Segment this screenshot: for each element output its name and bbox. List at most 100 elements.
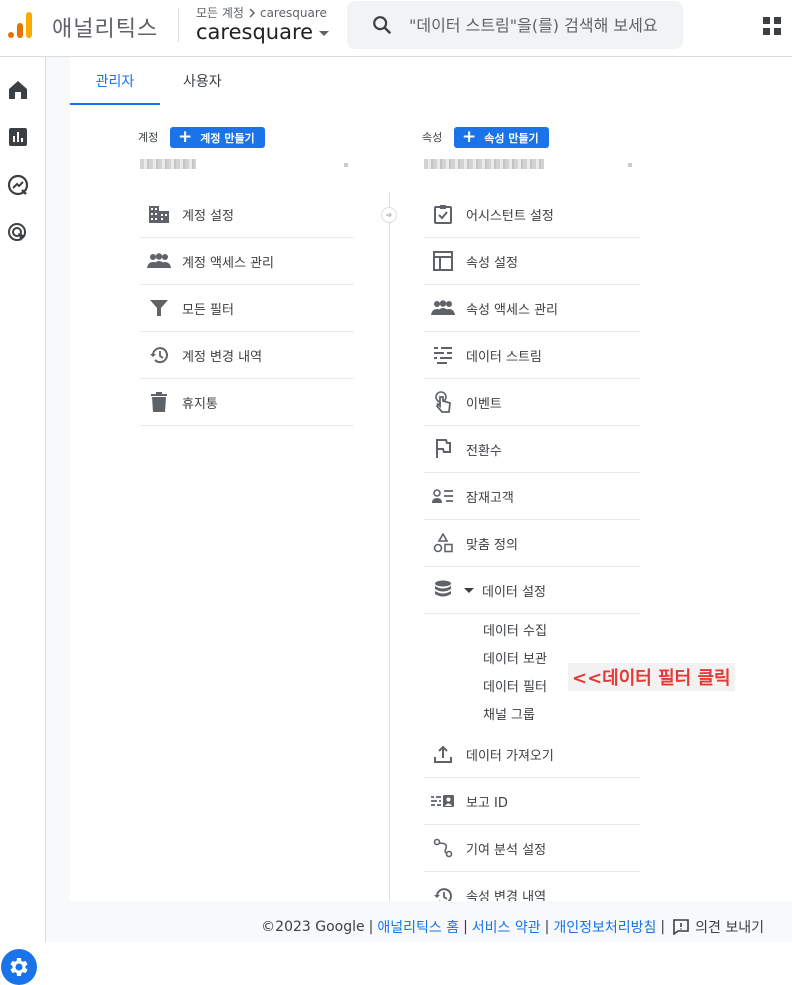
building-icon <box>147 202 171 226</box>
create-account-label: 계정 만들기 <box>200 131 255 145</box>
footer-link-terms[interactable]: 서비스 약관 <box>472 917 541 937</box>
tab-admin[interactable]: 관리자 <box>70 71 160 105</box>
item-label: 데이터 가져오기 <box>466 748 554 764</box>
custom-definitions-item[interactable]: 맞춤 정의 <box>424 520 640 567</box>
item-label: 계정 변경 내역 <box>182 349 263 365</box>
explore-icon[interactable] <box>6 173 30 197</box>
caret-down-icon <box>319 31 330 36</box>
shapes-icon <box>431 531 455 555</box>
plus-icon: + <box>462 127 477 147</box>
item-label: 잠재고객 <box>466 490 514 506</box>
touch-icon <box>431 390 455 414</box>
annotation-callout: <<데이터 필터 클릭 <box>568 663 735 691</box>
admin-tabs: 관리자 사용자 <box>70 57 792 105</box>
attribution-icon <box>431 836 455 860</box>
property-name-redacted[interactable] <box>424 159 544 169</box>
audience-icon <box>431 484 455 508</box>
feedback-label: 의견 보내기 <box>695 920 764 936</box>
copyright-text: ©2023 Google <box>261 919 365 935</box>
sub-item-channel-groups[interactable]: 채널 그룹 <box>483 704 535 723</box>
all-filters-item[interactable]: 모든 필터 <box>140 285 354 332</box>
events-item[interactable]: 이벤트 <box>424 379 640 426</box>
account-settings-item[interactable]: 계정 설정 <box>140 191 354 238</box>
home-icon[interactable] <box>6 78 30 102</box>
reports-icon[interactable] <box>6 125 30 149</box>
sub-item-data-filters[interactable]: 데이터 필터 <box>483 676 547 695</box>
attribution-settings-item[interactable]: 기여 분석 설정 <box>424 825 640 872</box>
arrow-right-icon <box>381 207 397 223</box>
item-label: 계정 설정 <box>182 208 234 224</box>
admin-panel: 관리자 사용자 계정 + 계정 만들기 속성 + 속성 만들기 계정 설정 계정… <box>70 57 792 902</box>
assistant-settings-item[interactable]: 어시스턴트 설정 <box>424 191 640 238</box>
account-breadcrumb[interactable]: 모든 계정 caresquare <box>196 4 327 21</box>
item-label: 보고 ID <box>466 795 508 811</box>
account-name-redacted[interactable] <box>140 159 196 169</box>
property-change-history-item[interactable]: 속성 변경 내역 <box>424 872 640 902</box>
conversions-item[interactable]: 전환수 <box>424 426 640 473</box>
item-label: 계정 액세스 관리 <box>182 255 274 271</box>
item-label: 전환수 <box>466 443 502 459</box>
item-label: 어시스턴트 설정 <box>466 208 554 224</box>
crumb-all-accounts[interactable]: 모든 계정 <box>196 4 244 21</box>
search-input[interactable] <box>409 11 677 39</box>
history-icon <box>431 884 455 902</box>
search-icon <box>373 16 392 35</box>
footer-links: ©2023 Google | 애널리틱스 홈 | 서비스 약관 | 개인정보처리… <box>261 917 764 937</box>
property-settings-item[interactable]: 속성 설정 <box>424 238 640 285</box>
analytics-logo-icon[interactable] <box>6 10 34 40</box>
footer-link-privacy[interactable]: 개인정보처리방침 <box>553 917 656 937</box>
left-nav-rail <box>0 57 46 985</box>
property-access-item[interactable]: 속성 액세스 관리 <box>424 285 640 332</box>
footer: ©2023 Google | 애널리틱스 홈 | 서비스 약관 | 개인정보처리… <box>46 901 792 942</box>
header-divider <box>178 8 179 42</box>
apps-grid-icon[interactable] <box>762 16 782 36</box>
top-app-bar: 애널리틱스 모든 계정 caresquare caresquare <box>0 0 792 57</box>
reporting-id-item[interactable]: 보고 ID <box>424 778 640 825</box>
item-label: 맞춤 정의 <box>466 537 518 553</box>
account-selector[interactable]: caresquare <box>196 20 330 44</box>
create-property-label: 속성 만들기 <box>484 131 539 145</box>
feedback-button[interactable]: 의견 보내기 <box>673 917 764 937</box>
database-icon <box>431 578 455 602</box>
chevron-right-icon <box>249 7 256 18</box>
checklist-icon <box>431 202 455 226</box>
item-label: 속성 변경 내역 <box>466 890 547 902</box>
trash-item[interactable]: 휴지통 <box>140 379 354 426</box>
account-name: caresquare <box>196 20 314 44</box>
crumb-account[interactable]: caresquare <box>260 6 327 20</box>
create-account-button[interactable]: + 계정 만들기 <box>170 127 265 148</box>
column-divider <box>389 192 390 902</box>
feedback-icon <box>673 919 689 935</box>
people-icon <box>147 249 171 273</box>
footer-link-analytics-home[interactable]: 애널리틱스 홈 <box>377 917 459 937</box>
create-property-button[interactable]: + 속성 만들기 <box>454 127 549 148</box>
plus-icon: + <box>178 127 193 147</box>
streams-icon <box>431 343 455 367</box>
redacted-dot <box>344 163 348 167</box>
account-change-history-item[interactable]: 계정 변경 내역 <box>140 332 354 379</box>
admin-gear-button[interactable] <box>1 949 37 985</box>
gear-icon <box>10 958 28 976</box>
caret-down-icon <box>464 587 474 593</box>
advertising-icon[interactable] <box>6 221 30 245</box>
sub-item-data-retention[interactable]: 데이터 보관 <box>483 648 547 667</box>
trash-icon <box>147 390 171 414</box>
item-label: 데이터 스트림 <box>466 349 542 365</box>
layout-icon <box>431 249 455 273</box>
item-label: 휴지통 <box>182 396 218 412</box>
sub-item-data-collection[interactable]: 데이터 수집 <box>483 620 547 639</box>
tab-users[interactable]: 사용자 <box>183 71 222 105</box>
audiences-item[interactable]: 잠재고객 <box>424 473 640 520</box>
flag-icon <box>431 437 455 461</box>
property-column-label: 속성 <box>422 131 443 144</box>
account-access-item[interactable]: 계정 액세스 관리 <box>140 238 354 285</box>
filter-icon <box>147 296 171 320</box>
account-column-label: 계정 <box>138 131 159 144</box>
data-import-item[interactable]: 데이터 가져오기 <box>424 731 640 778</box>
data-settings-item[interactable]: 데이터 설정 <box>424 567 640 614</box>
item-label: 기여 분석 설정 <box>466 842 547 858</box>
search-box[interactable] <box>347 1 683 49</box>
data-streams-item[interactable]: 데이터 스트림 <box>424 332 640 379</box>
upload-icon <box>431 742 455 766</box>
history-icon <box>147 343 171 367</box>
